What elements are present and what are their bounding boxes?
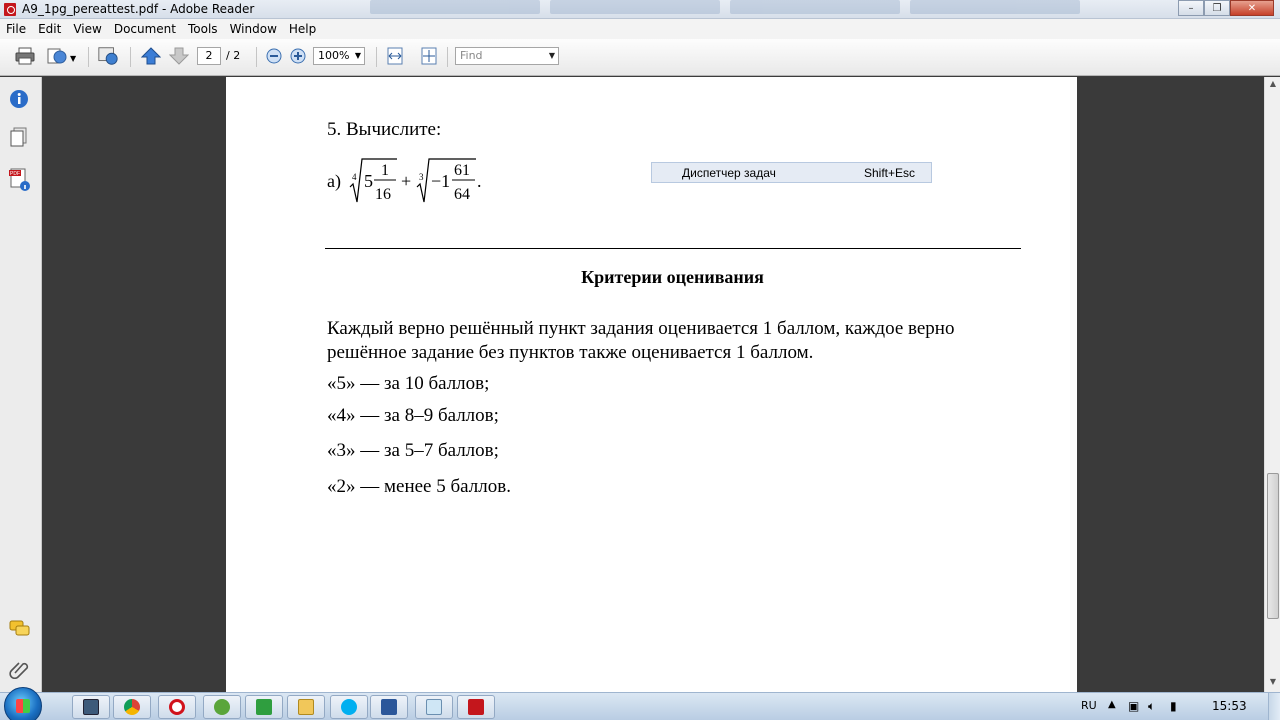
folder-icon [298, 699, 314, 715]
find-input[interactable]: Find ▼ [455, 47, 559, 65]
root2-denominator: 64 [454, 186, 470, 203]
print-icon[interactable] [14, 45, 36, 67]
scroll-up-icon[interactable]: ▲ [1267, 79, 1279, 93]
comments-icon[interactable] [9, 619, 31, 641]
previous-page-icon[interactable] [140, 45, 162, 67]
window-controls: – ❐ ✕ [1178, 0, 1274, 17]
menu-edit[interactable]: Edit [38, 22, 61, 36]
menu-view[interactable]: View [73, 22, 101, 36]
zoom-in-icon[interactable] [290, 48, 306, 67]
root1-denominator: 16 [375, 186, 391, 203]
pdf-app-icon [4, 3, 16, 16]
chevron-down-icon: ▼ [354, 51, 361, 60]
taskbar-desktop-button[interactable] [72, 695, 110, 719]
green-a-icon [256, 699, 272, 715]
window-title: A9_1pg_pereattest.pdf - Adobe Reader [22, 2, 255, 16]
root2-numerator: 61 [454, 162, 470, 179]
taskbar: RU ▲ ▣ 🔈︎ ▮ 15:53 [0, 687, 1280, 720]
menu-bar: File Edit View Document Tools Window Hel… [0, 19, 1280, 39]
minimize-button[interactable]: – [1178, 0, 1204, 16]
attachments-icon[interactable] [9, 659, 31, 681]
skype-icon [341, 699, 357, 715]
start-button[interactable] [4, 687, 42, 720]
root2-index: 3 [419, 172, 424, 182]
task-manager-label: Диспетчер задач [682, 166, 776, 180]
task-manager-shortcut: Shift+Esc [863, 166, 915, 180]
taskbar-opera-button[interactable] [158, 695, 196, 719]
page-total: / 2 [226, 49, 241, 62]
fit-width-icon[interactable] [386, 47, 404, 68]
formula-end: . [477, 171, 482, 191]
close-button[interactable]: ✕ [1230, 0, 1274, 16]
zoom-select[interactable]: 100% ▼ [313, 47, 365, 65]
menu-help[interactable]: Help [289, 22, 316, 36]
chrome-icon [124, 699, 140, 715]
pages-icon[interactable] [9, 127, 31, 149]
taskbar-app-button[interactable] [245, 695, 283, 719]
svg-text:PDF: PDF [10, 171, 20, 177]
question-title: 5. Вычислите: [327, 119, 442, 140]
scroll-down-icon[interactable]: ▼ [1267, 677, 1279, 691]
zoom-value: 100% [318, 49, 350, 62]
tray-expand-icon[interactable]: ▲ [1108, 699, 1116, 710]
menu-tools[interactable]: Tools [188, 22, 218, 36]
navigation-panel: PDF [0, 77, 42, 693]
background-windows [370, 0, 1140, 14]
next-page-icon[interactable] [168, 45, 190, 67]
grade-line: «5» — за 10 баллов; [327, 373, 490, 394]
taskbar-torrent-button[interactable] [203, 695, 241, 719]
signal-icon[interactable]: ▮ [1170, 699, 1177, 713]
clock[interactable]: 15:53 [1212, 699, 1247, 713]
torrent-icon [214, 699, 230, 715]
menu-window[interactable]: Window [230, 22, 277, 36]
plus-sign: + [401, 171, 411, 191]
task-manager-menu-item[interactable]: Диспетчер задач Shift+Esc [651, 162, 932, 183]
menu-document[interactable]: Document [114, 22, 176, 36]
taskbar-adobe-reader-button[interactable] [457, 695, 495, 719]
language-indicator[interactable]: RU [1081, 699, 1097, 712]
find-placeholder: Find [460, 49, 483, 62]
restore-button[interactable]: ❐ [1204, 0, 1230, 16]
notepad-icon [426, 699, 442, 715]
section-divider [325, 248, 1021, 249]
taskbar-skype-button[interactable] [330, 695, 368, 719]
title-bar: A9_1pg_pereattest.pdf - Adobe Reader – ❐… [0, 0, 1280, 19]
grade-line: «3» — за 5–7 баллов; [327, 440, 499, 461]
network-adapter-icon[interactable]: ▣ [1128, 699, 1139, 713]
collaborate-icon[interactable] [97, 45, 119, 67]
menu-file[interactable]: File [6, 22, 26, 36]
grade-line: «4» — за 8–9 баллов; [327, 405, 499, 426]
vertical-scrollbar[interactable]: ▲ ▼ [1264, 77, 1280, 693]
toolbar: ▼ [0, 39, 1280, 76]
taskbar-chrome-button[interactable] [113, 695, 151, 719]
root1-index: 4 [352, 172, 357, 182]
formula-label: а) [327, 171, 341, 192]
show-desktop-button[interactable] [1268, 693, 1280, 720]
grade-line: «2» — менее 5 баллов. [327, 476, 511, 497]
pdf-properties-icon[interactable]: PDF [9, 167, 31, 191]
root1-numerator: 1 [381, 162, 389, 179]
root2-whole: −1 [431, 171, 450, 191]
math-formula: а) 4 5 1 16 + 3 −1 61 64 . [327, 155, 507, 209]
scroll-thumb[interactable] [1267, 473, 1279, 619]
root1-whole: 5 [364, 171, 373, 191]
share-icon[interactable] [46, 45, 68, 67]
taskbar-notepad-button[interactable] [415, 695, 453, 719]
page-number-input[interactable]: 2 [197, 47, 221, 65]
opera-icon [169, 699, 185, 715]
taskbar-explorer-button[interactable] [287, 695, 325, 719]
monitor-icon [83, 699, 99, 715]
volume-icon[interactable]: 🔈︎ [1148, 699, 1155, 714]
criteria-title: Критерии оценивания [581, 267, 764, 287]
taskbar-word-button[interactable] [370, 695, 408, 719]
share-dropdown-icon[interactable]: ▼ [70, 54, 76, 78]
system-tray: RU ▲ ▣ 🔈︎ ▮ 15:53 [1070, 693, 1280, 720]
adobe-reader-icon [468, 699, 484, 715]
fit-page-icon[interactable] [420, 47, 438, 68]
zoom-out-icon[interactable] [266, 48, 282, 67]
chevron-down-icon: ▼ [548, 51, 555, 60]
word-icon [381, 699, 397, 715]
criteria-text: Каждый верно решённый пункт задания оцен… [327, 318, 955, 363]
info-icon[interactable] [9, 89, 31, 111]
